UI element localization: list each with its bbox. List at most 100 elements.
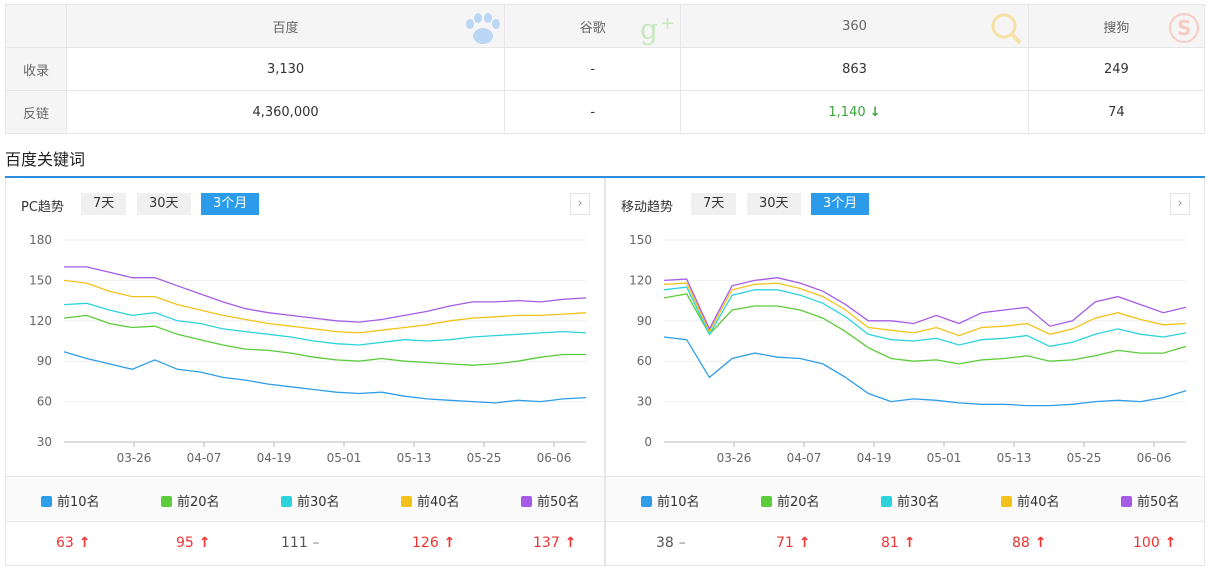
stats-row-backlinks: 反链 4,360,000 - 1,140 ↓ 74 <box>5 90 1206 134</box>
engine-header-baidu: 百度 <box>65 4 506 48</box>
arrow-up-icon: ↑ <box>1159 535 1177 551</box>
legend-label: 前10名 <box>57 495 100 510</box>
rank-value-text: 137 <box>533 535 560 551</box>
y-tick-label: 120 <box>29 314 52 328</box>
legend-item-top10[interactable]: 前10名 <box>641 491 700 510</box>
legend-swatch <box>641 496 652 507</box>
stat-cell: 74 <box>1027 90 1206 134</box>
series-line-top10 <box>63 351 587 404</box>
legend-label: 前50名 <box>537 495 580 510</box>
flat-dash-icon: – <box>307 535 320 551</box>
engine-header-sogou: 搜狗 S <box>1027 4 1206 48</box>
legend-item-top40[interactable]: 前40名 <box>401 491 460 510</box>
arrow-up-icon: ↑ <box>559 535 577 551</box>
pc-trend-panel: PC趋势 7天 30天 3个月 › 180 150 120 90 60 30 03-26 04… <box>5 178 605 566</box>
x-tick-label: 05-13 <box>997 451 1032 465</box>
legend-item-top30[interactable]: 前30名 <box>281 491 340 510</box>
x-tick-label: 04-19 <box>257 451 292 465</box>
panel-title: PC趋势 <box>21 200 64 215</box>
stat-cell: 1,140 ↓ <box>680 90 1029 134</box>
arrow-up-icon: ↑ <box>73 535 91 551</box>
legend-item-top10[interactable]: 前10名 <box>41 491 100 510</box>
series-line-top40 <box>63 279 587 334</box>
range-7d-button[interactable]: 7天 <box>81 193 127 215</box>
arrow-up-icon: ↑ <box>438 535 456 551</box>
legend: 前10名 前20名 前30名 前40名 前50名 <box>6 476 604 522</box>
range-7d-button[interactable]: 7天 <box>691 193 737 215</box>
legend-swatch <box>41 496 52 507</box>
rank-value-text: 100 <box>1133 535 1160 551</box>
rank-value-text: 63 <box>56 535 74 551</box>
panel-title: 移动趋势 <box>621 200 674 215</box>
x-tick-label: 06-06 <box>537 451 572 465</box>
svg-text:+: + <box>660 13 675 34</box>
legend-label: 前30名 <box>897 495 940 510</box>
legend-swatch <box>1121 496 1132 507</box>
range-30d-button[interactable]: 30天 <box>137 193 191 215</box>
legend-item-top30[interactable]: 前30名 <box>881 491 940 510</box>
pc-line-chart: 180 150 120 90 60 30 03-26 04-07 04-19 05-01 05-13… <box>29 233 587 465</box>
series-line-top30 <box>63 302 587 346</box>
engine-header-360: 360 <box>680 4 1029 48</box>
y-tick-label: 60 <box>37 395 52 409</box>
series-line-top30 <box>663 286 1187 348</box>
stat-cell: - <box>504 90 682 134</box>
rank-value-top10: 63 ↑ <box>56 535 90 551</box>
baidu-paw-icon <box>466 13 501 44</box>
mobile-trend-panel: 移动趋势 7天 30天 3个月 › 150 120 90 60 30 0 03-26 04-0… <box>605 178 1205 566</box>
engine-stats-table: 百度 谷歌 g + 360 搜狗 S 收录 3,130 - 863 249 反链… <box>5 4 1206 134</box>
rank-value-text: 126 <box>412 535 439 551</box>
series-line-top20 <box>63 314 586 366</box>
y-tick-label: 60 <box>637 354 652 368</box>
stat-cell: 3,130 <box>65 47 506 91</box>
x-tick-label: 04-19 <box>857 451 892 465</box>
x-tick-label: 03-26 <box>717 451 752 465</box>
x-tick-label: 05-13 <box>397 451 432 465</box>
engine-header-row: 百度 谷歌 g + 360 搜狗 S <box>5 4 1206 48</box>
rank-value-text: 95 <box>176 535 194 551</box>
y-tick-label: 120 <box>629 273 652 287</box>
legend-swatch <box>521 496 532 507</box>
series-line-top40 <box>663 282 1187 337</box>
chevron-right-icon[interactable]: › <box>1170 193 1190 215</box>
legend-item-top20[interactable]: 前20名 <box>161 491 220 510</box>
engine-name: 百度 <box>272 20 299 36</box>
stat-cell: - <box>504 47 682 91</box>
range-30d-button[interactable]: 30天 <box>747 193 801 215</box>
mobile-line-chart: 150 120 90 60 30 0 03-26 04-07 04-19 05-01 05-13 05… <box>629 233 1187 465</box>
legend-swatch <box>881 496 892 507</box>
legend-swatch <box>281 496 292 507</box>
x-tick-label: 05-01 <box>927 451 962 465</box>
rank-value-top50: 137 ↑ <box>533 535 576 551</box>
y-tick-label: 180 <box>29 233 52 247</box>
rank-value-top30: 81 ↑ <box>881 535 915 551</box>
360-search-icon <box>991 13 1022 45</box>
range-3m-button[interactable]: 3个月 <box>811 193 870 215</box>
section-title: 百度关键词 <box>5 150 86 169</box>
legend-item-top40[interactable]: 前40名 <box>1001 491 1060 510</box>
stat-cell: 863 <box>680 47 1029 91</box>
y-tick-label: 150 <box>629 233 652 247</box>
rank-values: 63 ↑ 95 ↑ 111 –126 ↑ 137 ↑ <box>6 521 604 565</box>
legend-item-top20[interactable]: 前20名 <box>761 491 820 510</box>
rank-value-text: 38 <box>656 535 674 551</box>
x-tick-label: 05-25 <box>1067 451 1102 465</box>
rank-value-top20: 71 ↑ <box>776 535 810 551</box>
sogou-icon: S <box>1169 13 1199 43</box>
range-3m-button[interactable]: 3个月 <box>201 193 260 215</box>
legend-item-top50[interactable]: 前50名 <box>1121 491 1180 510</box>
legend-item-top50[interactable]: 前50名 <box>521 491 580 510</box>
rank-value-top30: 111 – <box>281 535 320 551</box>
engine-name: 搜狗 <box>1103 20 1130 36</box>
stat-value: 1,140 <box>828 104 866 120</box>
rank-value-top40: 126 ↑ <box>412 535 455 551</box>
engine-name: 谷歌 <box>579 20 606 36</box>
rank-value-top40: 88 ↑ <box>1012 535 1046 551</box>
legend-label: 前40名 <box>1017 495 1060 510</box>
x-tick-label: 04-07 <box>787 451 822 465</box>
rank-value-text: 71 <box>776 535 794 551</box>
chevron-right-icon[interactable]: › <box>570 193 590 215</box>
engine-name: 360 <box>842 18 867 34</box>
y-tick-label: 30 <box>637 395 652 409</box>
y-tick-label: 150 <box>29 273 52 287</box>
